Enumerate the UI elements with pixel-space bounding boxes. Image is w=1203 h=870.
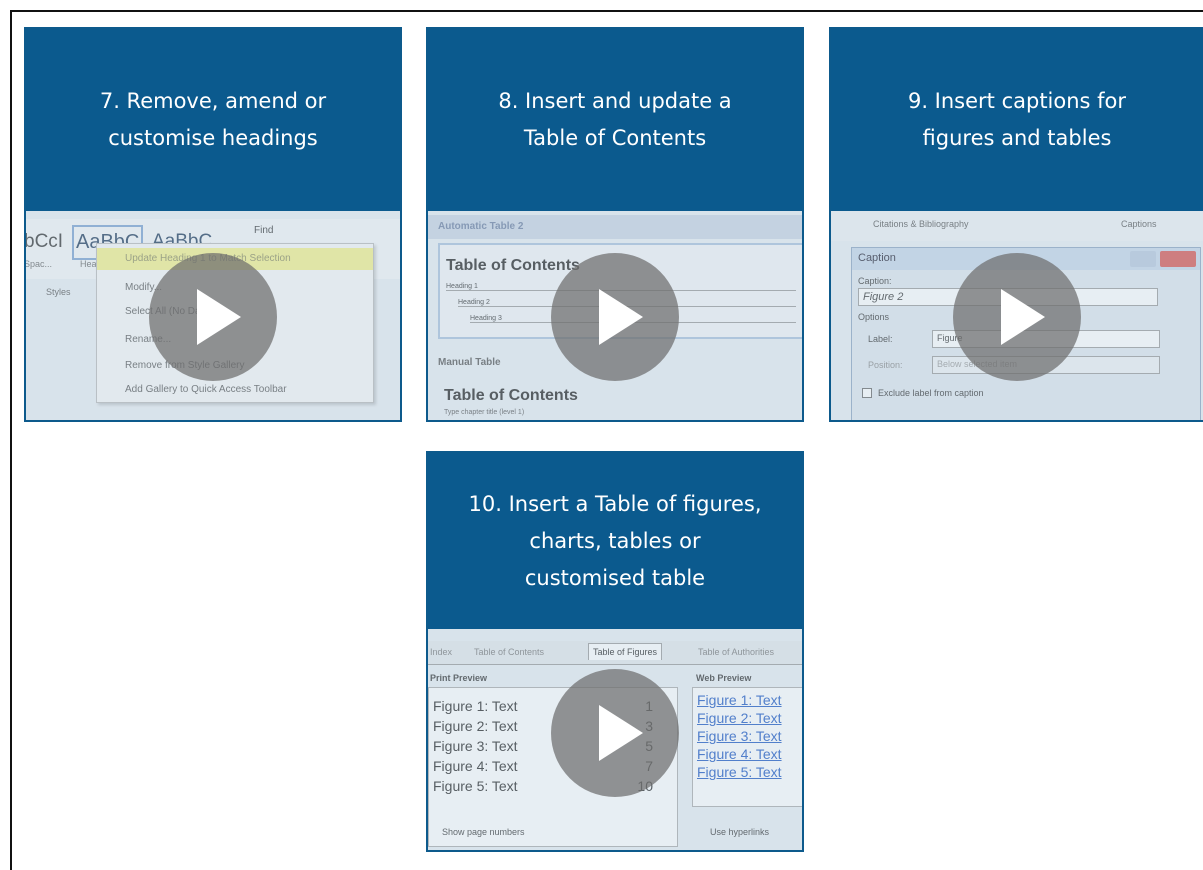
play-button[interactable]: [953, 252, 1081, 381]
play-button[interactable]: [149, 252, 277, 381]
card-title: 7. Remove, amend or customise headings: [26, 29, 400, 211]
card-title-line: figures and tables: [922, 126, 1112, 150]
video-thumbnail: Automatic Table 2 Table of Contents Head…: [428, 211, 802, 420]
video-thumbnail: bCcI AaBbC AaBbC Spac... Hea Find Styles…: [26, 211, 400, 420]
play-icon: [197, 288, 241, 345]
play-icon: [1001, 288, 1045, 345]
card-title-line: 9. Insert captions for: [907, 89, 1127, 113]
play-icon: [599, 288, 643, 345]
card-title: 10. Insert a Table of figures, charts, t…: [428, 453, 802, 629]
video-card-10[interactable]: 10. Insert a Table of figures, charts, t…: [426, 451, 804, 852]
card-title-line: 10. Insert a Table of figures,: [468, 491, 762, 516]
card-title-line: customise headings: [108, 126, 318, 150]
video-thumbnail: Citations & Bibliography Captions Captio…: [831, 211, 1203, 420]
card-title-line: 8. Insert and update a: [498, 89, 732, 113]
card-title: 9. Insert captions for figures and table…: [831, 29, 1203, 211]
play-button[interactable]: [551, 668, 679, 797]
card-title-line: 7. Remove, amend or: [99, 89, 327, 113]
card-title-line: customised table: [524, 565, 706, 590]
card-title-line: charts, tables or: [529, 528, 701, 553]
card-title-line: Table of Contents: [523, 126, 707, 150]
card-title: 8. Insert and update a Table of Contents: [428, 29, 802, 211]
video-card-7[interactable]: 7. Remove, amend or customise headings b…: [24, 27, 402, 422]
video-card-8[interactable]: 8. Insert and update a Table of Contents…: [426, 27, 804, 422]
play-button[interactable]: [551, 252, 679, 381]
video-thumbnail: Index Table of Contents Table of Figures…: [428, 629, 802, 850]
video-card-9[interactable]: 9. Insert captions for figures and table…: [829, 27, 1203, 422]
play-icon: [599, 704, 643, 761]
